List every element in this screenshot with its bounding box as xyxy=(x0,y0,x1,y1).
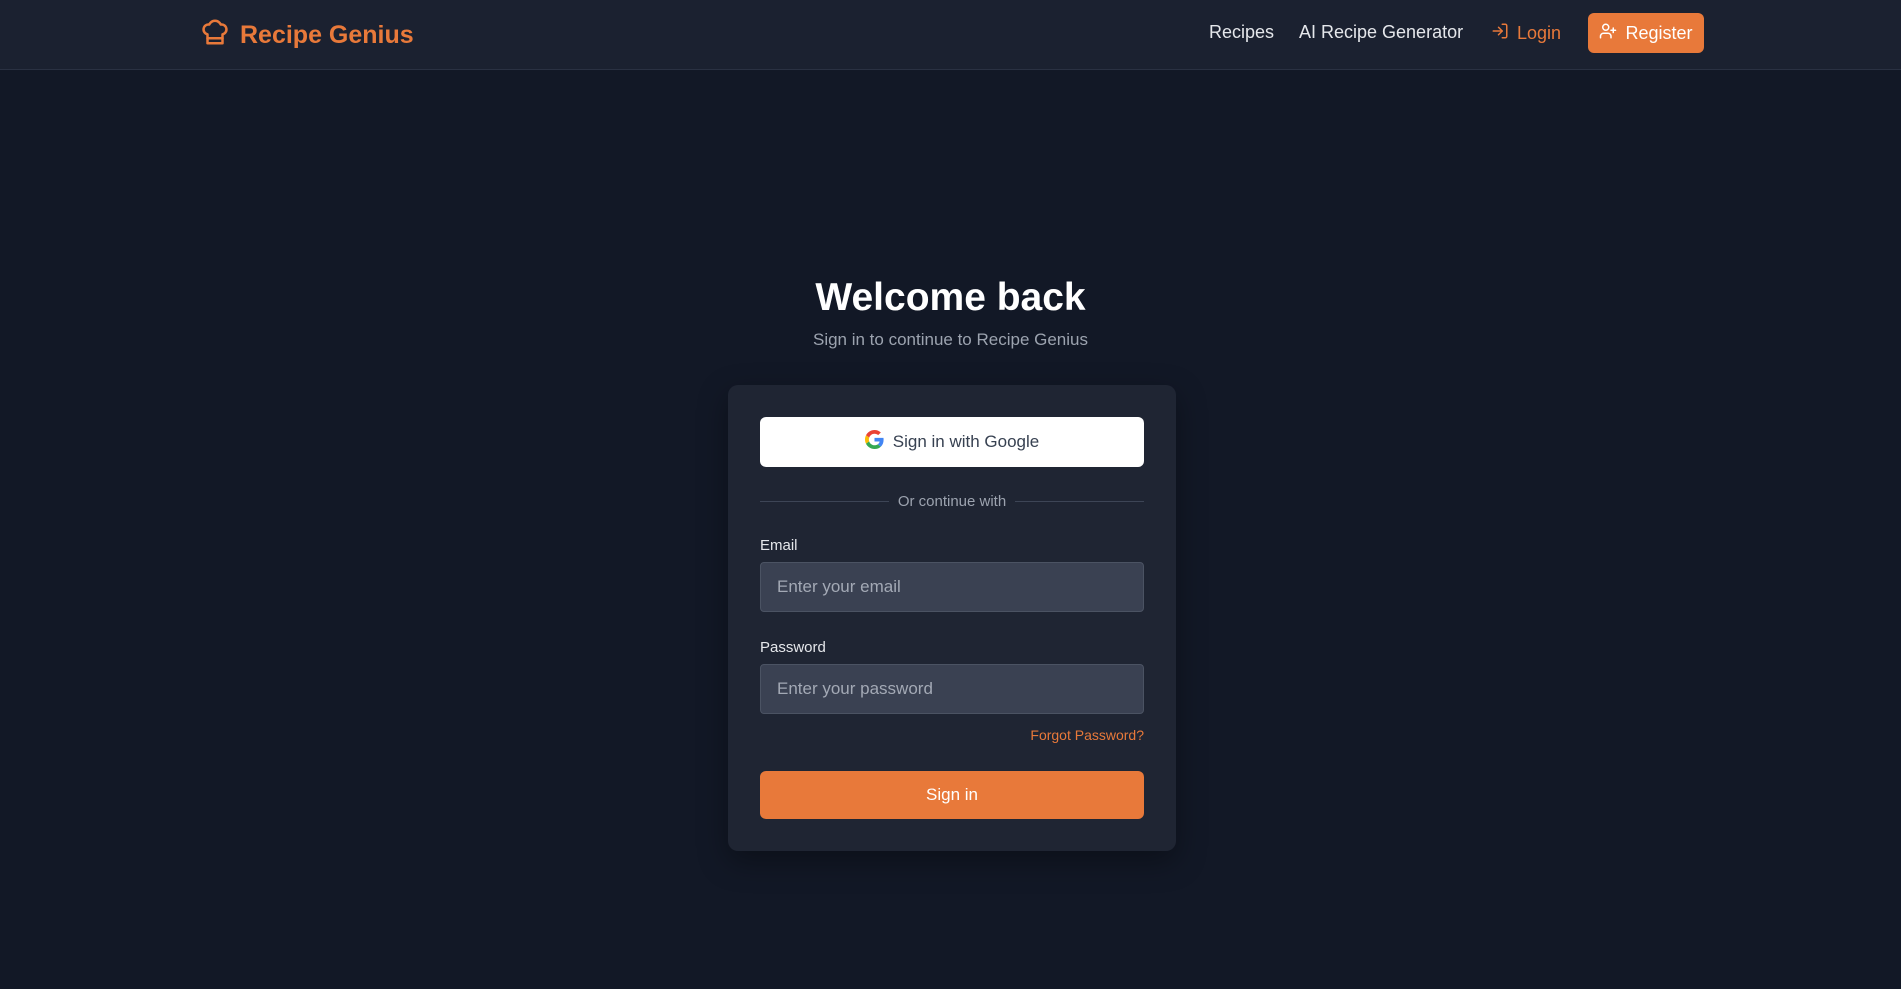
nav-link-recipes[interactable]: Recipes xyxy=(1209,22,1274,43)
email-label: Email xyxy=(760,537,798,554)
divider-text: Or continue with xyxy=(897,492,1007,510)
login-card: Sign in with Google Or continue with Ema… xyxy=(728,385,1176,851)
chef-hat-icon xyxy=(200,17,230,54)
login-link[interactable]: Login xyxy=(1491,22,1561,45)
navbar: Recipe Genius Recipes AI Recipe Generato… xyxy=(0,0,1901,70)
brand-logo[interactable]: Recipe Genius xyxy=(200,17,414,53)
forgot-password-link[interactable]: Forgot Password? xyxy=(1030,727,1144,743)
password-label: Password xyxy=(760,639,826,656)
divider: Or continue with xyxy=(760,491,1145,511)
user-plus-icon xyxy=(1599,22,1617,45)
brand-name: Recipe Genius xyxy=(240,20,414,49)
log-in-icon xyxy=(1491,22,1509,45)
divider-line-right xyxy=(1015,500,1145,502)
page-title: Welcome back xyxy=(815,276,1086,319)
login-label: Login xyxy=(1517,23,1562,43)
nav-link-ai-recipe-generator[interactable]: AI Recipe Generator xyxy=(1299,22,1463,43)
register-label: Register xyxy=(1625,22,1693,43)
page-subtitle: Sign in to continue to Recipe Genius xyxy=(812,330,1088,349)
google-signin-label: Sign in with Google xyxy=(892,432,1040,451)
email-field[interactable] xyxy=(760,562,1144,612)
google-icon xyxy=(864,430,884,454)
divider-line-left xyxy=(760,500,889,502)
register-button[interactable]: Register xyxy=(1588,13,1704,53)
signin-button[interactable]: Sign in xyxy=(760,771,1144,819)
google-signin-button[interactable]: Sign in with Google xyxy=(760,417,1144,467)
password-field[interactable] xyxy=(760,664,1144,714)
